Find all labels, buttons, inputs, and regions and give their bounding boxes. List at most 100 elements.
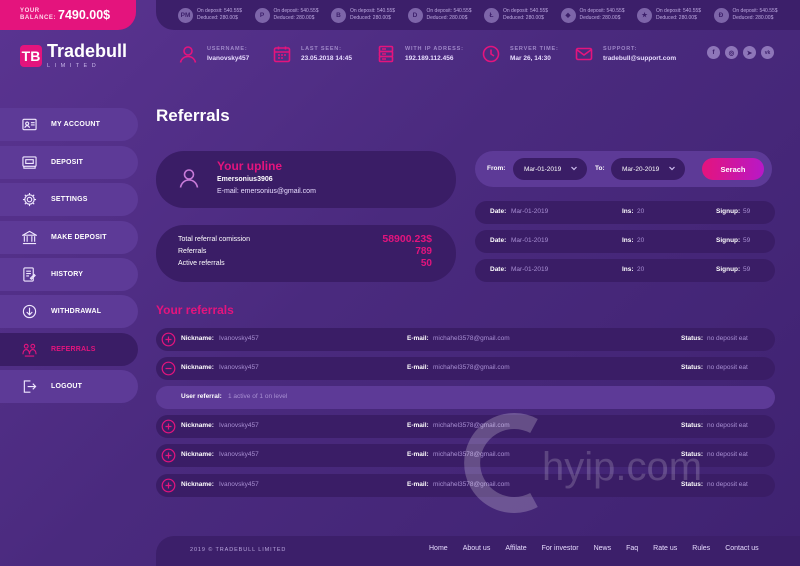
bitcoin-icon: B (331, 7, 346, 23)
balance-value: 7490.00$ (58, 8, 111, 22)
status-key: Status: (681, 364, 704, 371)
brand-sub: LIMITED (47, 63, 101, 69)
ticker-item: Đ On deposit: 540.55$ Deduced: 280.00$ (713, 7, 791, 23)
referral-row: Nickname: Ivanovsky457 E-mail: michahel3… (156, 328, 775, 351)
expand-plus-icon[interactable] (161, 478, 176, 493)
ticker-deposit: On deposit: 540.55$ (426, 8, 472, 14)
referral-row: Nickname: Ivanovsky457 E-mail: michahel3… (156, 474, 775, 497)
ticker-item: Ł On deposit: 540.55$ Deduced: 280.00$ (484, 7, 561, 23)
to-date-select[interactable]: Mar-20-2019 (611, 158, 685, 180)
stat-value: 50 (420, 258, 432, 269)
stat-value: 789 (415, 246, 432, 257)
footer-link-contact[interactable]: Contact us (725, 545, 758, 552)
upline-title: Your upline (217, 159, 283, 173)
ticker-item: ★ On deposit: 540.55$ Deduced: 280.00$ (637, 7, 714, 23)
payeer-icon: P (254, 7, 270, 23)
last-seen-label: LAST SEEN: (301, 46, 342, 52)
ticker-deposit: On deposit: 540.55$ (350, 8, 396, 14)
username-info: USERNAME: Ivanovsky457 (178, 44, 249, 64)
expand-plus-icon[interactable] (161, 419, 176, 434)
from-label: From: (487, 165, 506, 172)
nickname-value: Ivanovsky457 (219, 481, 259, 488)
username-label: USERNAME: (207, 46, 248, 52)
status-value: no deposit eat (707, 451, 748, 458)
date-key: Date: (490, 208, 507, 215)
ticker-deduced: Deduced: 280.00$ (197, 15, 238, 21)
email-key: E-mail: (407, 451, 429, 458)
sidebar-item-make-deposit[interactable]: MAKE DEPOSIT (0, 221, 138, 254)
to-label: To: (595, 165, 605, 172)
signup-value: 59 (743, 237, 751, 244)
sidebar-item-label: REFERRALS (51, 346, 96, 353)
sidebar-item-label: SETTINGS (51, 196, 88, 203)
ethereum-icon: ◆ (560, 7, 576, 23)
last-seen-value: 23.05.2018 14:45 (301, 55, 352, 62)
nickname-value: Ivanovsky457 (219, 335, 259, 342)
footer-link-about[interactable]: About us (463, 545, 491, 552)
email-value: michahel3578@gmail.com (433, 335, 510, 342)
sidebar-item-my-account[interactable]: MY ACCOUNT (0, 108, 138, 141)
expand-plus-icon[interactable] (161, 448, 176, 463)
deposit-icon (22, 156, 37, 169)
footer-link-rate-us[interactable]: Rate us (653, 545, 677, 552)
ticker-deposit: On deposit: 540.55$ (503, 8, 549, 14)
signup-key: Signup: (716, 237, 741, 244)
date-value: Mar-01-2019 (511, 237, 549, 244)
pm-icon: PM (178, 7, 193, 23)
ticker-item: ◆ On deposit: 540.55$ Deduced: 280.00$ (560, 7, 638, 23)
email-value: michahel3578@gmail.com (433, 364, 510, 371)
footer-link-faq[interactable]: Faq (626, 545, 638, 552)
username-value: Ivanovsky457 (207, 55, 250, 62)
facebook-icon[interactable]: f (707, 46, 720, 59)
email-value: michahel3578@gmail.com (433, 422, 510, 429)
signup-key: Signup: (716, 208, 741, 215)
support-info[interactable]: SUPPORT: tradebull@support.com (574, 44, 676, 64)
collapse-minus-icon[interactable] (161, 361, 176, 376)
sidebar-item-label: MY ACCOUNT (51, 121, 101, 128)
stat-label: Active referrals (178, 260, 225, 267)
expand-plus-icon[interactable] (161, 332, 176, 347)
status-value: no deposit eat (707, 335, 748, 342)
date-value: Mar-01-2019 (511, 208, 549, 215)
server-time-label: SERVER TIME: (510, 46, 559, 52)
date-stat-row: Date: Mar-01-2019 Ins: 20 Signup: 59 (475, 201, 775, 224)
status-key: Status: (681, 335, 704, 342)
sidebar-item-label: HISTORY (51, 271, 84, 278)
sidebar-item-settings[interactable]: SETTINGS (0, 183, 138, 216)
vk-icon[interactable]: vk (761, 46, 774, 59)
telegram-icon[interactable]: ➤ (743, 46, 756, 59)
referral-stats-card: Total referral comission 58900.23$ Refer… (156, 225, 456, 282)
referral-row: Nickname: Ivanovsky457 E-mail: michahel3… (156, 415, 775, 438)
clock-icon (482, 45, 500, 63)
ip-info: WITH IP ADRESS: 192.189.112.456 (376, 44, 464, 64)
footer-link-affilate[interactable]: Affilate (505, 545, 526, 552)
nickname-key: Nickname: (181, 364, 214, 371)
sidebar-item-history[interactable]: HISTORY (0, 258, 138, 291)
skype-icon[interactable]: ◎ (725, 46, 738, 59)
ins-value: 20 (637, 237, 645, 244)
from-date-select[interactable]: Mar-01-2019 (513, 158, 587, 180)
ticker-deposit: On deposit: 540.55$ (197, 8, 243, 14)
ticker-deduced: Deduced: 280.00$ (503, 15, 544, 21)
stat-label: Total referral comission (178, 235, 250, 243)
email-value: michahel3578@gmail.com (433, 481, 510, 488)
nickname-value: Ivanovsky457 (219, 422, 259, 429)
chevron-down-icon (669, 166, 675, 171)
brand-logo[interactable]: TB Tradebull LIMITED (20, 42, 127, 69)
search-button[interactable]: Serach (702, 158, 764, 180)
footer-link-home[interactable]: Home (429, 545, 448, 552)
status-key: Status: (681, 422, 704, 429)
last-seen-info: LAST SEEN: 23.05.2018 14:45 (272, 44, 352, 64)
ticker-deduced: Deduced: 280.00$ (350, 15, 391, 21)
logout-icon (23, 380, 37, 393)
sidebar-item-logout[interactable]: LOGOUT (0, 370, 138, 403)
sidebar-item-withdrawal[interactable]: WITHDRAWAL (0, 295, 138, 328)
footer-link-for-investor[interactable]: For investor (542, 545, 579, 552)
sidebar-item-referrals[interactable]: REFERRALS (0, 333, 138, 366)
footer-link-rules[interactable]: Rules (692, 545, 710, 552)
footer-link-news[interactable]: News (594, 545, 612, 552)
signup-key: Signup: (716, 266, 741, 273)
nickname-key: Nickname: (181, 422, 214, 429)
sidebar-item-deposit[interactable]: DEPOSIT (0, 146, 138, 179)
server-time-info: SERVER TIME: Mar 26, 14:30 (481, 44, 559, 64)
